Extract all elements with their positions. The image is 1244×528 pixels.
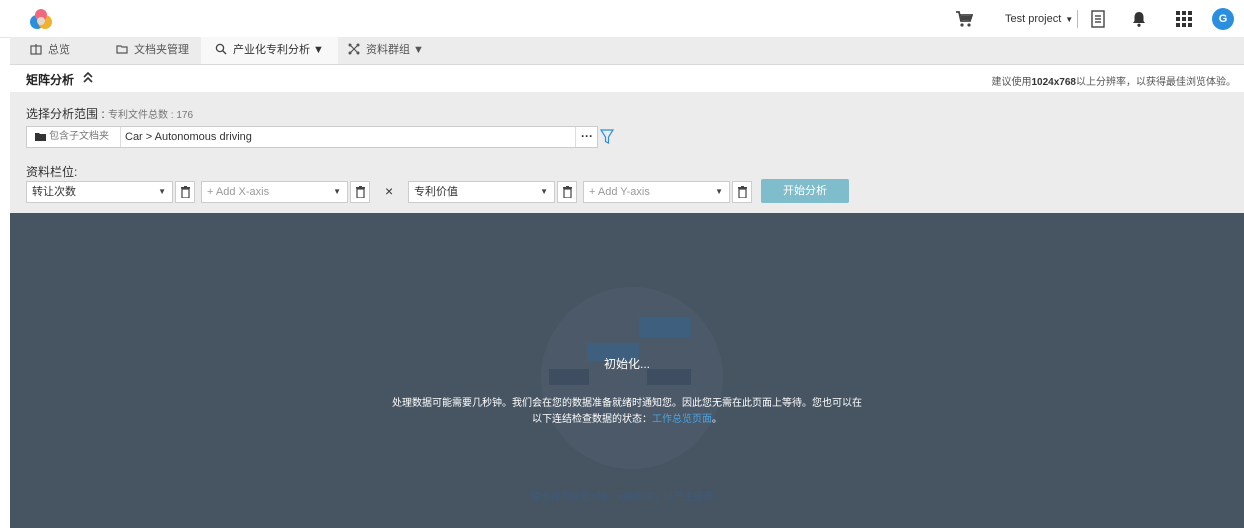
tab-label: 产业化专利分析 ▼ — [233, 44, 324, 56]
message-line-2: 以下连结检查数据的状态：工作总览页面。 — [10, 412, 1244, 428]
caret-down-icon: ▼ — [333, 187, 341, 196]
scope-path: Car > Autonomous driving — [125, 131, 252, 143]
cross-icon: × — [385, 183, 394, 199]
page-title: 矩阵分析 — [26, 73, 75, 87]
tab-label: 总览 — [48, 44, 70, 56]
divider — [1077, 10, 1078, 28]
trash-icon — [356, 186, 365, 198]
add-y-axis-placeholder: + Add Y-axis — [589, 186, 650, 198]
y-axis-select-1[interactable]: 专利价值 ▼ — [408, 181, 555, 203]
project-name: Test project — [1005, 13, 1062, 25]
building-icon — [30, 44, 42, 55]
filter-icon[interactable] — [600, 129, 614, 145]
processing-message: 处理数据可能需要几秒钟。我们会在您的数据准备就绪时通知您。因此您无需在此页面上等… — [10, 396, 1244, 428]
caret-down-icon: ▼ — [715, 187, 723, 196]
more-button[interactable]: ··· — [575, 127, 598, 147]
trash-icon — [563, 186, 572, 198]
include-subfolders-label: 包含子文档夹 — [49, 131, 109, 142]
document-list-icon[interactable] — [1091, 10, 1105, 28]
y-axis-value: 专利价值 — [414, 186, 458, 198]
x-axis-value: 转让次数 — [32, 186, 76, 198]
tab-folder-management[interactable]: 文档夹管理 — [102, 37, 203, 64]
trash-icon — [181, 186, 190, 198]
tab-overview[interactable]: 总览 — [16, 37, 84, 64]
message-line-1: 处理数据可能需要几秒钟。我们会在您的数据准备就绪时通知您。因此您无需在此页面上等… — [392, 398, 862, 409]
folder-icon — [116, 45, 128, 54]
tab-label: 资料群组 ▼ — [366, 44, 424, 56]
tab-label: 文档夹管理 — [134, 44, 189, 56]
cart-icon[interactable] — [955, 10, 973, 28]
remove-y-axis-1-button[interactable] — [557, 181, 577, 203]
x-axis-select-1[interactable]: 转让次数 ▼ — [26, 181, 173, 203]
result-area: 初始化... 处理数据可能需要几秒钟。我们会在您的数据准备就绪时通知您。因此您无… — [10, 213, 1244, 528]
hint-resolution: 1024x768 — [1031, 77, 1077, 88]
caret-down-icon: ▼ — [540, 187, 548, 196]
loading-placeholder-graphic — [541, 287, 723, 469]
section-header: 矩阵分析 建议使用1024x768以上分辨率，以获得最佳浏览体验。 — [10, 65, 1244, 91]
chevron-double-up-icon[interactable] — [82, 70, 94, 84]
chevron-down-icon: ▼ — [1065, 15, 1074, 24]
magnify-icon — [215, 43, 227, 55]
start-analysis-button[interactable]: 开始分析 — [761, 179, 849, 203]
hint-prefix: 建议使用 — [991, 77, 1032, 88]
app-logo[interactable] — [28, 8, 54, 30]
placeholder-block — [639, 317, 691, 337]
scope-label-row: 选择分析范围 : 专利文件总数 : 176 — [26, 105, 193, 122]
remove-y-axis-2-button[interactable] — [732, 181, 752, 203]
include-subfolders-button[interactable]: 包含子文档夹 — [27, 127, 121, 147]
remove-x-axis-2-button[interactable] — [350, 181, 370, 203]
resolution-hint: 建议使用1024x768以上分辨率，以获得最佳浏览体验。 — [992, 73, 1237, 88]
scope-label: 选择分析范围 : — [26, 107, 105, 121]
message-line-2-text: 以下连结检查数据的状态： — [532, 414, 652, 425]
y-axis-select-2[interactable]: + Add Y-axis ▼ — [583, 181, 730, 203]
remove-x-axis-1-button[interactable] — [175, 181, 195, 203]
hint-suffix: 以上分辨率，以获得最佳浏览体验。 — [1076, 77, 1236, 88]
caret-down-icon: ▼ — [158, 187, 166, 196]
bell-icon[interactable] — [1132, 11, 1146, 27]
status-text: 初始化... — [603, 357, 650, 371]
add-x-axis-placeholder: + Add X-axis — [207, 186, 270, 198]
fields-label: 资料栏位: — [26, 165, 78, 179]
top-bar: Test project ▼ G — [0, 0, 1244, 38]
tab-industrial-patent-analysis[interactable]: 产业化专利分析 ▼ — [201, 37, 338, 64]
trash-icon — [738, 186, 747, 198]
job-overview-link[interactable]: 工作总览页面 — [652, 414, 712, 425]
project-selector[interactable]: Test project ▼ — [1005, 13, 1073, 25]
analysis-config-panel: 选择分析范围 : 专利文件总数 : 176 包含子文档夹 Car > Auton… — [10, 92, 1244, 213]
main-nav: 总览 文档夹管理 产业化专利分析 ▼ 资料群组 ▼ — [10, 37, 1244, 65]
tab-data-groups[interactable]: 资料群组 ▼ — [334, 37, 438, 64]
message-line-2-end: 。 — [712, 414, 722, 425]
scope-selector[interactable]: 包含子文档夹 Car > Autonomous driving ··· — [26, 126, 598, 148]
apps-grid-icon[interactable] — [1176, 11, 1192, 27]
patent-count: 专利文件总数 : 176 — [108, 110, 194, 121]
user-avatar[interactable]: G — [1212, 8, 1234, 30]
x-axis-select-2[interactable]: + Add X-axis ▼ — [201, 181, 348, 203]
folder-icon — [35, 133, 46, 141]
cluster-icon — [348, 43, 360, 55]
axis-hint: 请选择及设定X轴、Y轴条件，以产生报表。 — [530, 492, 724, 503]
